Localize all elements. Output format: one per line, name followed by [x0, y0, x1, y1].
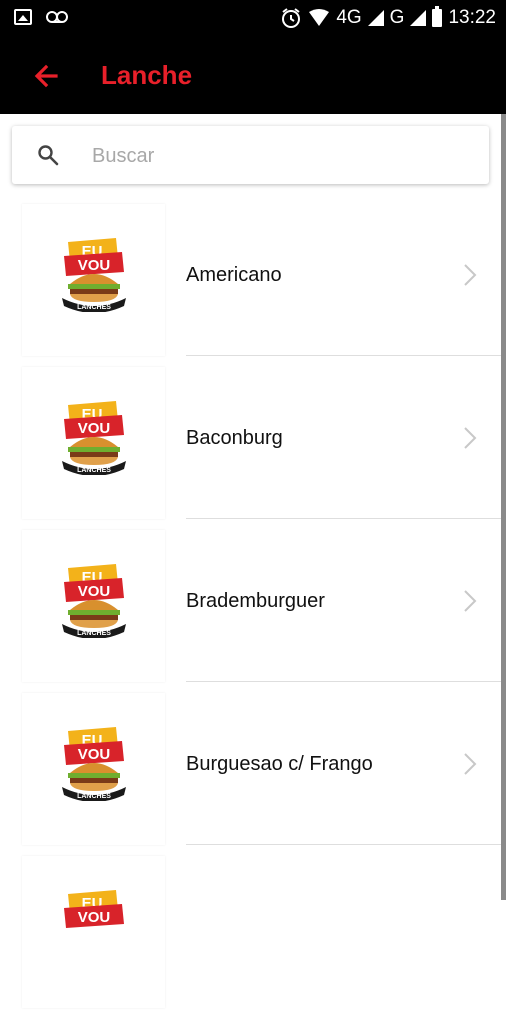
voicemail-icon [46, 11, 68, 23]
divider [186, 844, 501, 845]
item-label: Brademburguer [186, 590, 325, 612]
eu-vou-lanches-logo: EU VOU [64, 890, 124, 928]
eu-vou-lanches-logo: EU VOU LANCHES [62, 727, 126, 801]
svg-text:LANCHES: LANCHES [77, 304, 111, 311]
eu-vou-lanches-logo: EU VOU LANCHES [62, 401, 126, 475]
svg-text:LANCHES: LANCHES [77, 467, 111, 474]
divider [186, 681, 501, 682]
status-bar-right: 4G G 13:22 [280, 6, 496, 29]
chevron-right-icon [464, 753, 477, 775]
arrow-left-icon [34, 64, 58, 88]
status-bar-left [14, 9, 68, 25]
chevron-right-icon [464, 427, 477, 449]
svg-text:VOU: VOU [78, 746, 111, 763]
svg-text:LANCHES: LANCHES [77, 793, 111, 800]
svg-text:VOU: VOU [78, 909, 111, 926]
divider [186, 518, 501, 519]
item-thumbnail: EU VOU LANCHES [22, 367, 165, 519]
item-thumbnail: EU VOU [22, 856, 165, 1008]
chevron-right-icon [464, 264, 477, 286]
list-item[interactable]: EU VOU LANCHES Brademburguer [0, 530, 501, 693]
app-bar: Lanche [0, 38, 506, 114]
network-type-label: 4G [336, 7, 362, 28]
image-icon [14, 9, 32, 25]
svg-text:VOU: VOU [78, 583, 111, 600]
item-thumbnail: EU VOU LANCHES [22, 530, 165, 682]
item-thumbnail: EU VOU LANCHES [22, 204, 165, 356]
list-item[interactable]: EU VOU LANCHES Americano [0, 204, 501, 367]
status-bar: 4G G 13:22 [0, 0, 506, 38]
item-label: Americano [186, 264, 282, 286]
svg-text:VOU: VOU [78, 257, 111, 274]
signal-icon-2 [410, 10, 427, 26]
page-title: Lanche [101, 60, 193, 90]
list-item[interactable]: EU VOU LANCHES Burguesao c/ Frango [0, 693, 501, 856]
eu-vou-lanches-logo: EU VOU LANCHES [62, 238, 126, 312]
clock: 13:22 [448, 7, 496, 28]
list-item[interactable]: EU VOU LANCHES Baconburg [0, 367, 501, 530]
wifi-icon [309, 9, 330, 26]
eu-vou-lanches-logo: EU VOU LANCHES [62, 564, 126, 638]
search-icon[interactable] [36, 143, 60, 167]
network-type-label-2: G [389, 7, 405, 28]
chevron-right-icon [464, 590, 477, 612]
signal-icon [367, 10, 384, 26]
scrollbar[interactable] [501, 114, 506, 900]
alarm-icon [282, 8, 301, 28]
back-button[interactable] [30, 58, 66, 94]
divider [186, 355, 501, 356]
battery-icon [432, 6, 443, 27]
list-item[interactable]: EU VOU [0, 856, 501, 1019]
item-label: Burguesao c/ Frango [186, 753, 373, 775]
item-thumbnail: EU VOU LANCHES [22, 693, 165, 845]
item-label: Baconburg [186, 427, 283, 449]
search-input[interactable] [90, 136, 474, 176]
svg-text:VOU: VOU [78, 420, 111, 437]
search-bar [12, 126, 489, 184]
product-list: EU VOU LANCHES Americano EU VOU LANCHES … [0, 204, 501, 1019]
svg-text:LANCHES: LANCHES [77, 630, 111, 637]
